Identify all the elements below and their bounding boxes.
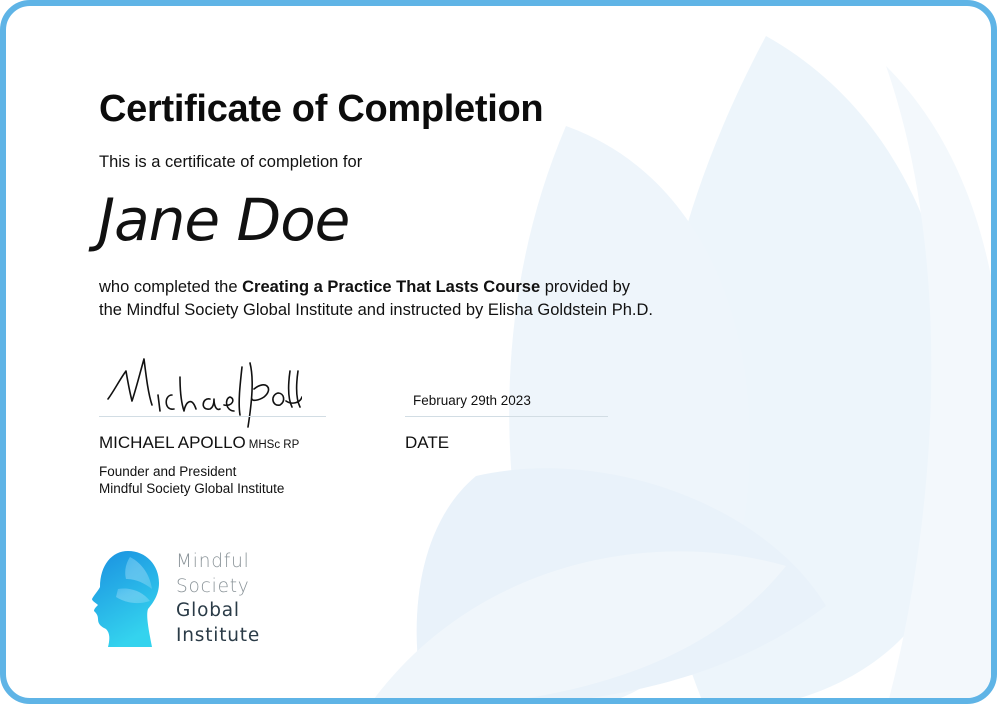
signer-name: MICHAEL APOLLO MHSc RP <box>99 433 299 453</box>
organization-logo-text: Mindful Society Global Institute <box>176 550 260 648</box>
signer-credentials: MHSc RP <box>248 439 300 451</box>
date-label: DATE <box>405 433 450 452</box>
description-mid: provided by <box>544 278 631 296</box>
recipient-name: Jane Doe <box>98 186 350 254</box>
logo-line-2: Society <box>176 575 250 597</box>
date-line <box>405 416 608 417</box>
signer-details: Founder and President Mindful Society Gl… <box>99 463 284 497</box>
description-line2: the Mindful Society Global Institute and… <box>99 301 653 319</box>
signer-role: Founder and President <box>99 464 237 479</box>
course-name: Creating a Practice That Lasts Course <box>242 278 541 296</box>
certificate-intro: This is a certificate of completion for <box>99 153 363 171</box>
signature-image <box>107 358 302 428</box>
certificate-frame: Certificate of Completion This is a cert… <box>0 0 997 704</box>
logo-line-3: Global <box>176 600 240 621</box>
logo-line-4: Institute <box>176 624 261 646</box>
head-silhouette-icon <box>92 551 159 647</box>
signer-name-text: MICHAEL APOLLO <box>99 433 246 452</box>
logo-line-1: Mindful <box>176 551 250 572</box>
signature-line <box>99 416 326 417</box>
description-prefix: who completed the <box>99 278 238 296</box>
certificate-title: Certificate of Completion <box>99 88 544 130</box>
certificate-description: who completed the Creating a Practice Th… <box>99 276 799 322</box>
signer-organization: Mindful Society Global Institute <box>99 481 285 496</box>
date-value: February 29th 2023 <box>413 393 531 408</box>
